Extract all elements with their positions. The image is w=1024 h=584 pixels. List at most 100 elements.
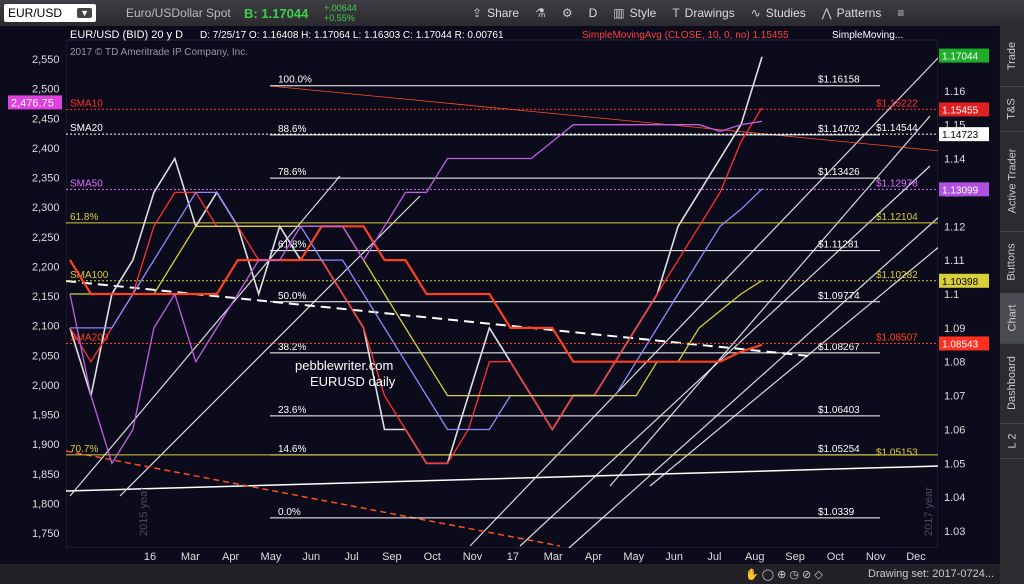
left-tick-label: 2,450 xyxy=(32,113,60,125)
fib-pct-label: 88.6% xyxy=(278,124,306,135)
copyright: 2017 © TD Ameritrade IP Company, Inc. xyxy=(70,47,248,58)
share-icon: ⇪ xyxy=(472,6,483,20)
x-tick-label: 16 xyxy=(144,551,156,563)
drawing-tools-icons[interactable]: ✋ ◯ ⊕ ◷ ⊘ ◇ xyxy=(745,568,823,581)
x-tick-label: Mar xyxy=(544,551,563,563)
chart-study: SimpleMovingAvg (CLOSE, 10, 0, no) 1.154… xyxy=(582,30,789,41)
fib-pct-label: 50.0% xyxy=(278,291,306,302)
sma-price-label: $1.10282 xyxy=(876,270,918,281)
drawing-set-label[interactable]: Drawing set: 2017-0724... xyxy=(868,568,994,580)
timeframe-button[interactable]: D xyxy=(581,6,606,20)
symbol-text: EUR/USD xyxy=(8,6,63,20)
x-tick-label: Nov xyxy=(463,551,483,563)
x-tick-label: Oct xyxy=(424,551,441,563)
right-tick-label: 1.06 xyxy=(944,424,965,436)
annotation-line-1: pebblewriter.com xyxy=(295,358,393,373)
style-button[interactable]: ▥ Style xyxy=(605,6,664,20)
fib-price-label: $1.06403 xyxy=(818,405,860,416)
share-button[interactable]: ⇪ Share xyxy=(464,6,527,20)
tab-dashboard[interactable]: Dashboard xyxy=(1000,343,1024,424)
right-tick-label: 1.12 xyxy=(944,221,965,233)
right-tick-label: 1.08 xyxy=(944,357,965,369)
left-fib-label: 70.7% xyxy=(70,444,98,455)
patterns-button[interactable]: ⋀ Patterns xyxy=(814,6,890,20)
studies-label: Studies xyxy=(765,6,806,20)
tab-trade-label: Trade xyxy=(1006,41,1019,71)
drawings-label: Drawings xyxy=(684,6,735,20)
sma-price-label: $1.12978 xyxy=(876,178,918,189)
hamburger-icon: ≡ xyxy=(897,6,905,20)
left-tick-label: 1,800 xyxy=(32,498,60,510)
tab-time-sales[interactable]: T&S xyxy=(1000,86,1024,132)
fib-price-label: $1.05254 xyxy=(818,444,860,455)
chevron-down-icon[interactable]: ▼ xyxy=(77,8,92,18)
symbol-selector[interactable]: EUR/USD ▼ xyxy=(4,4,96,22)
x-tick-label: Jun xyxy=(665,551,683,563)
watermark-left: 2015 year xyxy=(138,487,150,536)
tab-chart[interactable]: Chart xyxy=(1000,293,1024,344)
tab-active-trader[interactable]: Active Trader xyxy=(1000,131,1024,232)
x-tick-label: Jul xyxy=(345,551,359,563)
fib-price-label: $1.16158 xyxy=(818,75,860,86)
extra-price-label: $1.05153 xyxy=(876,447,918,458)
chart-ohlc: D: 7/25/17 O: 1.16408 H: 1.17064 L: 1.16… xyxy=(200,30,504,41)
settings-button[interactable]: ⚙ xyxy=(554,6,581,20)
tab-buttons-label: Buttons xyxy=(1006,243,1018,281)
right-tick-label: 1.05 xyxy=(944,458,965,470)
bid-price: B: 1.17044 xyxy=(244,5,309,21)
x-tick-label: Dec xyxy=(906,551,926,563)
left-axis: 2,550 2,500 2,450 2,400 2,350 2,300 2,250 2,200… xyxy=(0,26,66,564)
price-tag-text: 1.13099 xyxy=(942,185,979,196)
price-tag-text: 1.15455 xyxy=(942,105,979,116)
fib-pct-label: 100.0% xyxy=(278,75,312,86)
x-tick-label: Jun xyxy=(302,551,320,563)
drawings-button[interactable]: T Drawings xyxy=(664,6,742,20)
x-axis: 16 Mar Apr May Jun Jul Sep Oct Nov 17 Mar Apr May Jun… xyxy=(66,548,938,564)
fib-pct-label: 78.6% xyxy=(278,167,306,178)
flask-button[interactable]: ⚗ xyxy=(527,6,554,20)
tab-trade[interactable]: Trade xyxy=(1000,26,1024,87)
x-tick-label: Nov xyxy=(866,551,886,563)
left-tick-label: 2,100 xyxy=(32,321,60,333)
fib-price-label: $1.14702 xyxy=(818,124,860,135)
change-percent: +0.55% xyxy=(324,13,355,23)
candlestick-icon: ▥ xyxy=(613,6,625,20)
right-tick-label: 1.14 xyxy=(944,154,965,166)
left-tick-label: 2,350 xyxy=(32,173,60,185)
left-tick-label: 2,300 xyxy=(32,202,60,214)
change-value: +.00644 xyxy=(324,3,357,13)
tab-level2-label: L 2 xyxy=(1005,433,1018,448)
sma-price-label: $1.14544 xyxy=(876,123,918,134)
tab-buttons[interactable]: Buttons xyxy=(1000,231,1024,294)
symbol-description: Euro/USDollar Spot xyxy=(126,6,231,20)
tab-dashboard-label: Dashboard xyxy=(1006,356,1019,410)
left-tick-label: 2,500 xyxy=(32,84,60,96)
tab-chart-label: Chart xyxy=(1006,304,1018,332)
right-sidebar: Trade T&S Active Trader Buttons Chart Da… xyxy=(999,26,1024,584)
x-tick-label: Oct xyxy=(827,551,844,563)
x-tick-label: Jul xyxy=(707,551,721,563)
price-chart[interactable]: 100.0% $1.16158 88.6% $1.14702 78.6% $1.13426… xyxy=(0,26,1000,564)
left-tick-label: 1,900 xyxy=(32,439,60,451)
fib-pct-label: 14.6% xyxy=(278,444,306,455)
bottom-toolbar: ✋ ◯ ⊕ ◷ ⊘ ◇ Drawing set: 2017-0724... xyxy=(0,564,1000,584)
left-highlight-text: 2,476.75 xyxy=(11,97,54,109)
tab-level2[interactable]: L 2 xyxy=(1000,423,1024,459)
chart-header: EUR/USD (BID) 20 y D xyxy=(70,29,183,41)
chart-study-2: SimpleMoving... xyxy=(832,30,903,41)
extra-price-label: $1.12104 xyxy=(876,212,918,223)
fib-price-label: $1.0339 xyxy=(818,507,855,518)
studies-button[interactable]: ∿ Studies xyxy=(743,6,814,20)
left-fib-label: 61.8% xyxy=(70,212,98,223)
price-tag-text: 1.14723 xyxy=(942,130,979,141)
fib-pct-label: 0.0% xyxy=(278,507,301,518)
left-tick-label: 2,250 xyxy=(32,232,60,244)
right-tick-label: 1.03 xyxy=(944,526,965,538)
x-tick-label: 17 xyxy=(507,551,519,563)
price-tag-text: 1.17044 xyxy=(942,52,979,63)
sma-label: SMA10 xyxy=(70,98,103,109)
menu-button[interactable]: ≡ xyxy=(889,6,912,20)
x-tick-label: Sep xyxy=(382,551,402,563)
fib-price-label: $1.11281 xyxy=(818,240,859,251)
price-change: +.00644 +0.55% xyxy=(324,3,384,23)
